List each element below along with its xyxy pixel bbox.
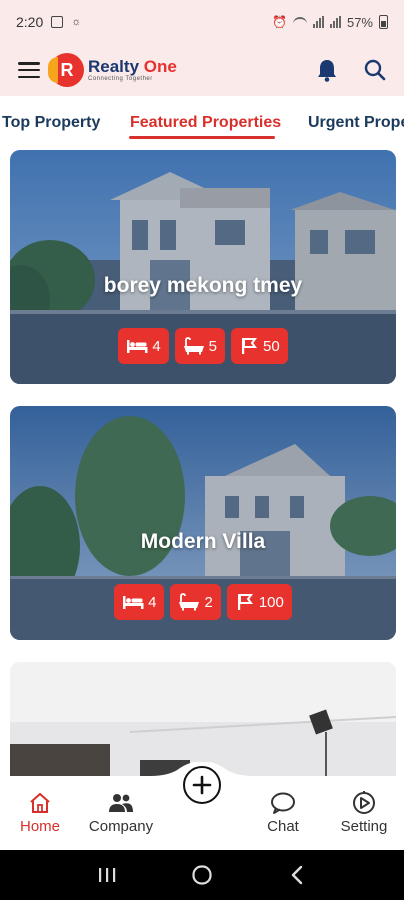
bed-icon [127,340,148,353]
recent-apps-icon [99,868,116,882]
area-icon [242,338,257,354]
bath-icon [183,337,204,355]
bell-icon[interactable] [316,58,338,82]
gallery-notification-icon [51,16,64,28]
bed-count: 4 [152,337,161,355]
nav-home-label: Home [19,818,60,835]
bed-badge: 4 [118,328,169,364]
back-icon [291,865,302,885]
tab-urgent-properties[interactable]: Urgent Properties [308,114,404,132]
area-icon [237,594,253,610]
back-button[interactable] [282,860,312,890]
chat-icon [243,790,323,816]
signal-icon-2 [329,16,341,28]
plus-icon [192,775,212,795]
logo-title-part1: Realty [88,57,140,76]
logo-title-part2: One [143,57,177,76]
nav-company[interactable]: Company [81,790,161,835]
company-icon [81,790,161,816]
bath-badge: 5 [174,328,225,364]
area-badge: 50 [231,328,288,364]
nav-chat-label: Chat [267,818,299,835]
bath-count: 5 [208,337,217,355]
status-bar: 2:20 ☼ ⏰ 57% [0,0,404,44]
bath-badge: 2 [170,584,221,620]
battery-icon [379,15,388,29]
bath-count: 2 [204,593,213,611]
property-title: borey mekong tmey [103,274,303,297]
wifi-icon [292,17,307,27]
notification-icon: ☼ [71,16,82,28]
property-card[interactable]: borey mekong tmey 4 5 50 [10,150,396,384]
battery-percent: 57% [346,14,373,30]
property-badges: 4 2 100 [10,584,396,620]
app-header: R Realty One Connecting Together [0,44,404,96]
nav-setting-label: Setting [340,818,388,835]
system-navigation-bar [0,850,404,900]
property-badges: 4 5 50 [10,328,396,364]
property-card[interactable]: Modern Villa 4 2 100 [10,406,396,640]
logo-title: Realty One [88,58,177,76]
tab-featured-properties[interactable]: Featured Properties [130,114,281,132]
nav-company-label: Company [88,818,154,835]
home-circle-icon [192,865,212,885]
logo-letter: R [60,59,74,80]
status-time: 2:20 [16,14,44,30]
signal-icon [312,16,324,28]
category-tabs: Top Property Featured Properties Urgent … [0,96,404,146]
add-property-button[interactable] [183,766,221,804]
area-badge: 100 [226,584,292,620]
bed-icon [123,596,144,609]
bottom-navigation: Home Company Chat Setting [0,762,404,850]
logo-mark: R [48,53,84,87]
logo-text: Realty One Connecting Together [88,58,177,83]
home-icon [0,790,80,816]
nav-chat[interactable]: Chat [243,790,323,835]
recent-apps-button[interactable] [92,860,122,890]
area-value: 50 [263,337,280,355]
nav-setting[interactable]: Setting [324,790,404,835]
setting-icon [324,790,404,816]
nav-home[interactable]: Home [0,790,80,835]
area-value: 100 [258,593,284,611]
app-logo: R Realty One Connecting Together [48,53,177,87]
alarm-icon: ⏰ [272,15,287,29]
bed-badge: 4 [114,584,165,620]
status-left: 2:20 ☼ [16,14,81,30]
active-tab-indicator [129,136,275,139]
home-system-button[interactable] [187,860,217,890]
tab-top-property[interactable]: Top Property [2,114,100,132]
search-icon[interactable] [364,59,386,81]
bath-icon [179,593,200,611]
bed-count: 4 [148,593,157,611]
menu-icon[interactable] [18,62,40,78]
logo-tagline: Connecting Together [88,76,153,82]
header-actions [316,58,386,82]
status-right: ⏰ 57% [272,15,388,30]
property-title: Modern Villa [140,530,266,553]
